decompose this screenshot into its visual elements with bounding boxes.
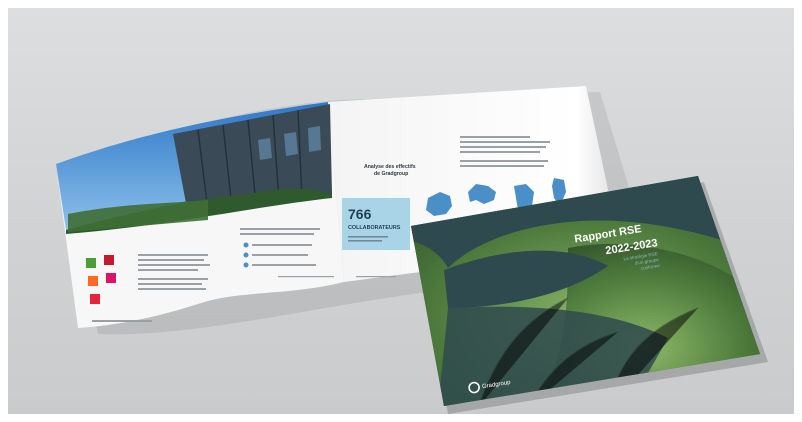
bullet-icons [243, 242, 249, 268]
svg-text:de Gradgroup: de Gradgroup [374, 171, 408, 177]
headcount-number: 766 [348, 206, 372, 222]
svg-text:Analyse des effectifs: Analyse des effectifs [364, 164, 416, 170]
brochure-mockup: Analyse des effectifs de Gradgroup 766 C… [56, 86, 768, 414]
headcount-label: COLLABORATEURS [348, 225, 401, 231]
photo-scene: Analyse des effectifs de Gradgroup 766 C… [8, 8, 794, 414]
